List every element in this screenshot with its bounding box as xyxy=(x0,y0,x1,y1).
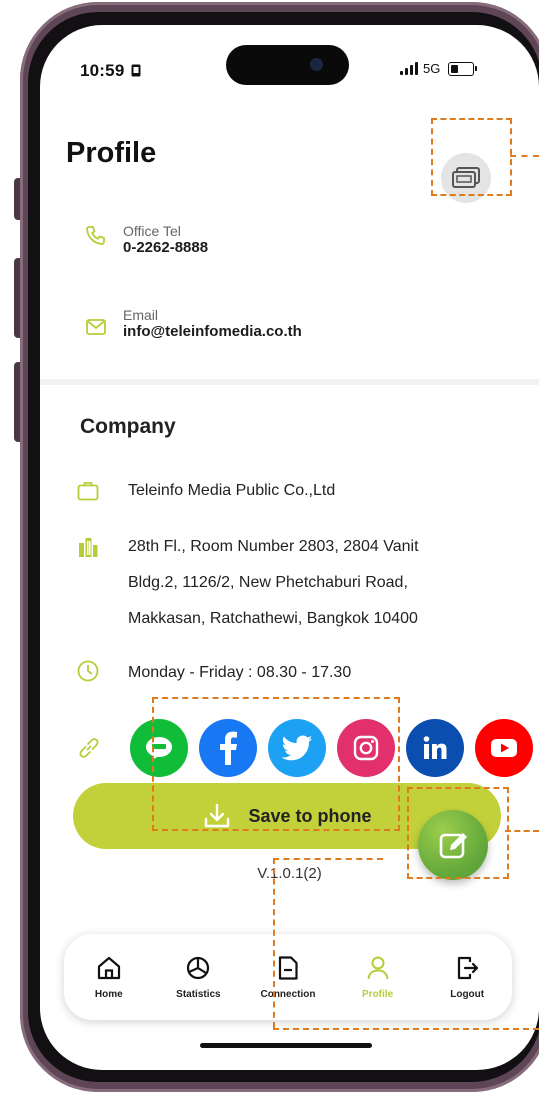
linkedin-icon xyxy=(423,736,447,759)
annotation-box-card xyxy=(431,118,512,196)
address-line: Bldg.2, 1126/2, New Phetchaburi Road, xyxy=(128,574,408,591)
sim-card-icon xyxy=(131,64,141,77)
profile-icon xyxy=(367,956,389,979)
email-text: Email info@teleinfomedia.co.th xyxy=(123,307,302,341)
company-address: 28th Fl., Room Number 2803, 2804 Vanit B… xyxy=(128,529,419,637)
annotation-leader-edit xyxy=(505,830,539,832)
company-name: Teleinfo Media Public Co.,Ltd xyxy=(128,482,336,499)
office-tel-text: Office Tel 0-2262-8888 xyxy=(123,223,208,257)
nav-profile[interactable]: Profile xyxy=(338,955,418,1000)
office-hours-row: Monday - Friday : 08.30 - 17.30 xyxy=(76,655,351,691)
nav-connection[interactable]: Connection xyxy=(248,955,328,1000)
office-tel-row: Office Tel 0-2262-8888 xyxy=(84,223,208,257)
statistics-icon xyxy=(187,956,210,979)
signal-icon xyxy=(400,62,418,75)
youtube-icon xyxy=(491,739,517,757)
phone-icon xyxy=(86,226,105,245)
camera-lens xyxy=(310,58,323,71)
annotation-leader-card xyxy=(510,155,539,157)
clock-icon xyxy=(77,660,99,682)
company-name-row: Teleinfo Media Public Co.,Ltd xyxy=(76,473,335,509)
email-label: Email xyxy=(123,307,159,323)
connection-icon xyxy=(278,955,298,980)
nav-statistics[interactable]: Statistics xyxy=(158,955,238,1000)
nav-logout[interactable]: Logout xyxy=(427,955,507,1000)
status-indicators: 5G xyxy=(400,61,478,76)
mail-icon xyxy=(86,319,106,335)
page-title: Profile xyxy=(66,137,157,169)
battery-level xyxy=(451,64,459,73)
status-bar: 10:59 5G xyxy=(40,25,539,95)
office-tel-label: Office Tel xyxy=(123,223,181,239)
address-line: 28th Fl., Room Number 2803, 2804 Vanit xyxy=(128,538,419,555)
briefcase-icon xyxy=(77,482,99,501)
annotation-leader-version-top xyxy=(273,858,383,860)
office-hours: Monday - Friday : 08.30 - 17.30 xyxy=(128,664,352,681)
office-tel-value[interactable]: 0-2262-8888 xyxy=(123,239,208,257)
annotation-leader-version-down xyxy=(273,858,275,1028)
annotation-box-save xyxy=(152,697,400,831)
home-indicator xyxy=(200,1043,372,1048)
bottom-navigation: Home Statistics Connection Profile Logou… xyxy=(64,934,512,1020)
nav-logout-label: Logout xyxy=(450,988,485,1000)
dynamic-island xyxy=(226,45,349,85)
nav-connection-label: Connection xyxy=(260,988,316,1000)
youtube-button[interactable] xyxy=(475,719,533,777)
status-time: 10:59 xyxy=(80,61,141,81)
nav-profile-label: Profile xyxy=(362,988,394,1000)
nav-statistics-label: Statistics xyxy=(176,988,221,1000)
linkedin-button[interactable] xyxy=(406,719,464,777)
nav-home[interactable]: Home xyxy=(69,955,149,1000)
company-heading: Company xyxy=(80,415,176,438)
address-line: Makkasan, Ratchathewi, Bangkok 10400 xyxy=(128,610,418,627)
building-icon xyxy=(79,538,98,557)
nav-home-label: Home xyxy=(94,988,123,1000)
email-value[interactable]: info@teleinfomedia.co.th xyxy=(123,323,302,341)
link-icon xyxy=(79,738,99,758)
section-divider xyxy=(40,379,539,385)
annotation-box-edit xyxy=(407,787,509,879)
logout-icon xyxy=(458,956,479,979)
email-row: Email info@teleinfomedia.co.th xyxy=(84,307,302,341)
annotation-leader-version-bottom xyxy=(273,1028,539,1030)
home-icon xyxy=(97,956,120,979)
network-type: 5G xyxy=(423,61,441,76)
battery-icon xyxy=(448,61,478,76)
company-address-row: 28th Fl., Room Number 2803, 2804 Vanit B… xyxy=(76,529,419,637)
